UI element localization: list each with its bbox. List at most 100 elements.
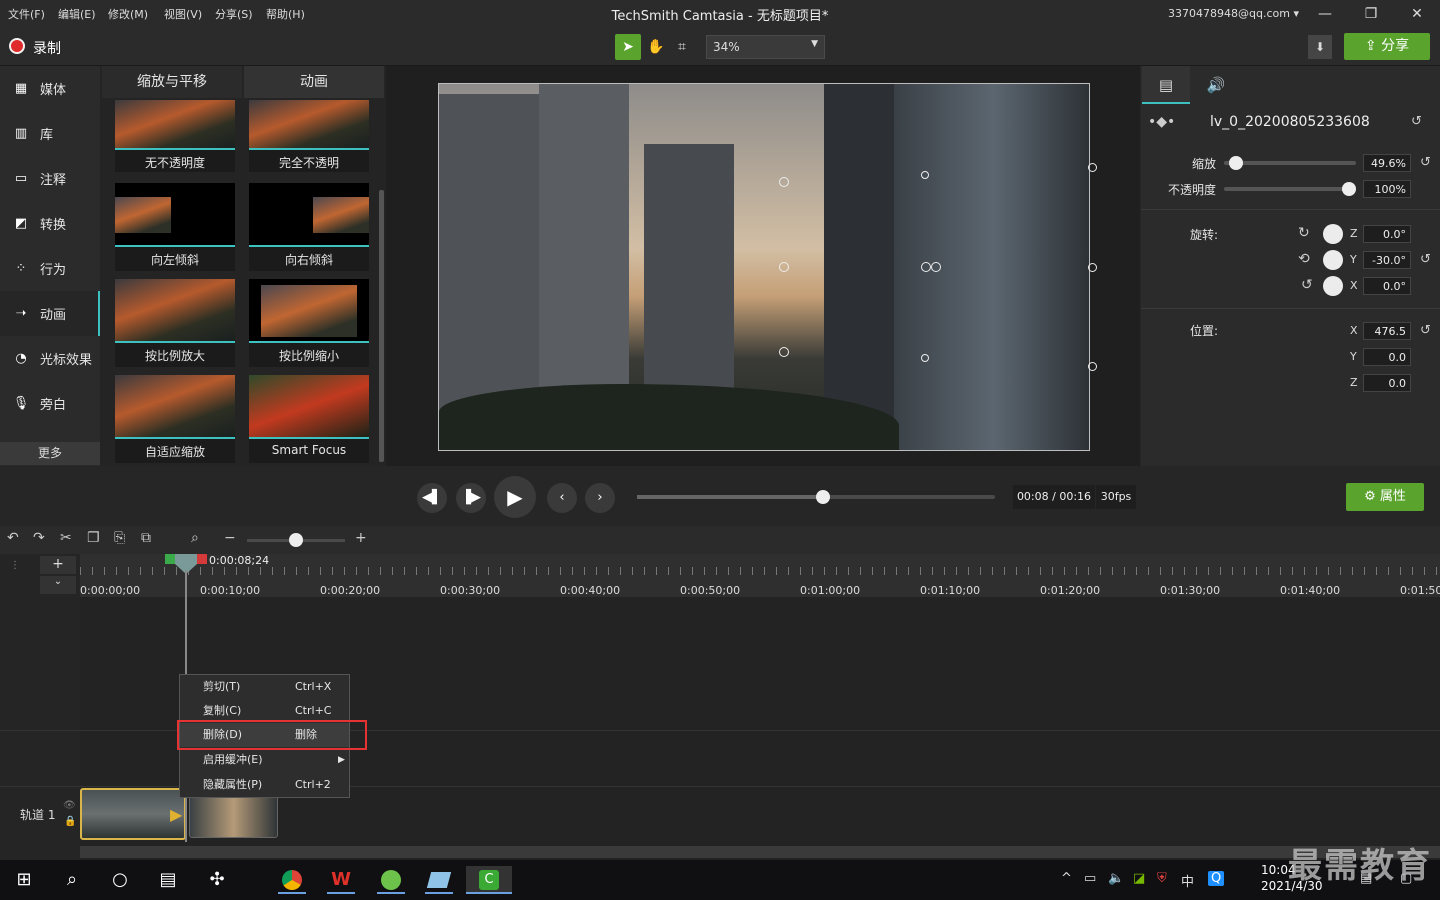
out-point-marker[interactable] <box>197 554 207 564</box>
qq-icon[interactable]: Q <box>1208 871 1225 886</box>
next-icon[interactable]: › <box>585 483 615 513</box>
record-button[interactable]: 录制 <box>33 38 61 58</box>
eye-icon[interactable]: 👁 <box>63 800 76 811</box>
transform-handle[interactable] <box>779 262 789 272</box>
minimize-button[interactable]: — <box>1310 4 1340 24</box>
opacity-slider-knob[interactable] <box>1342 182 1356 196</box>
sidebar-item-voice-narration[interactable]: 🎙 旁白 <box>0 381 100 426</box>
reset-icon[interactable]: ↺ <box>1411 114 1422 129</box>
menu-edit[interactable]: 编辑(E) <box>58 6 96 22</box>
menu-file[interactable]: 文件(F) <box>8 6 45 22</box>
animation-thumb-smart-focus[interactable]: Smart Focus <box>249 375 369 463</box>
zoom-out-icon[interactable]: − <box>224 530 236 546</box>
windows-start-icon[interactable]: ⊞ <box>10 866 38 894</box>
transform-handle[interactable] <box>779 347 789 357</box>
panel-scrollbar[interactable] <box>379 190 384 462</box>
sidebar-item-annotations[interactable]: ▭ 注释 <box>0 156 100 201</box>
maximize-button[interactable]: ❐ <box>1356 4 1386 24</box>
opacity-value[interactable]: 100% <box>1363 180 1411 198</box>
menu-item-enable-easing[interactable]: 启用缓冲(E) ▶ <box>180 748 349 772</box>
properties-button[interactable]: ⚙ 属性 <box>1346 483 1424 511</box>
tab-zoom-n-pan[interactable]: 缩放与平移 <box>102 66 242 98</box>
sidebar-item-media[interactable]: ▦ 媒体 <box>0 66 100 111</box>
scale-slider[interactable] <box>1224 161 1356 165</box>
position-x-value[interactable]: 476.5 <box>1363 322 1411 340</box>
notes-app-icon[interactable] <box>425 866 453 894</box>
rotate-y-dial[interactable] <box>1323 250 1343 270</box>
animation-thumb-scale-up[interactable]: 按比例放大 <box>115 279 235 367</box>
nvidia-icon[interactable]: ◪ <box>1133 871 1145 886</box>
more-button[interactable]: 更多 <box>0 442 100 465</box>
menu-help[interactable]: 帮助(H) <box>266 6 305 22</box>
sidebar-item-animations[interactable]: ➝ 动画 <box>0 291 100 336</box>
rotate-z-dial[interactable] <box>1323 224 1343 244</box>
account-menu[interactable]: 3370478948@qq.com ▾ <box>1168 7 1299 20</box>
transform-handle[interactable] <box>1088 263 1097 272</box>
chrome-icon[interactable] <box>278 866 306 894</box>
search-icon[interactable]: ⌕ <box>191 530 199 546</box>
menu-item-hide-properties[interactable]: 隐藏属性(P) Ctrl+2 <box>180 773 349 797</box>
timeline-zoom-knob[interactable] <box>289 533 303 547</box>
position-y-value[interactable]: 0.0 <box>1363 348 1411 366</box>
transform-handle[interactable] <box>1088 362 1097 371</box>
split-icon[interactable]: ⧉ <box>141 530 151 546</box>
close-button[interactable]: ✕ <box>1402 4 1432 24</box>
menu-item-cut[interactable]: 剪切(T) Ctrl+X <box>180 675 349 699</box>
step-back-icon[interactable]: ◀▌ <box>417 483 447 513</box>
sidebar-item-behaviors[interactable]: ⁘ 行为 <box>0 246 100 291</box>
animation-thumb-tilt-left[interactable]: 向左倾斜 <box>115 183 235 271</box>
task-view-icon[interactable]: ▤ <box>154 866 182 894</box>
select-tool-icon[interactable]: ➤ <box>615 34 641 60</box>
reset-icon[interactable]: ↺ <box>1420 323 1431 338</box>
tab-animations[interactable]: 动画 <box>244 66 384 98</box>
rotation-x-value[interactable]: 0.0° <box>1363 277 1411 295</box>
copy-icon[interactable]: ❐ <box>87 530 100 546</box>
audio-properties-tab-icon[interactable]: 🔊 <box>1192 66 1240 104</box>
scrubber-knob[interactable] <box>816 490 830 504</box>
step-forward-icon[interactable]: ▐▶ <box>456 483 486 513</box>
transform-handle[interactable] <box>921 354 929 362</box>
share-button[interactable]: ⇪ 分享 <box>1344 33 1430 60</box>
redo-icon[interactable]: ↷ <box>33 530 45 546</box>
volume-icon[interactable]: 🔈 <box>1108 871 1124 886</box>
search-icon[interactable]: ⌕ <box>58 866 86 894</box>
camtasia-icon[interactable]: C <box>466 866 512 894</box>
reset-icon[interactable]: ↺ <box>1420 252 1431 267</box>
video-canvas[interactable] <box>438 83 1090 451</box>
position-z-value[interactable]: 0.0 <box>1363 374 1411 392</box>
transform-handle[interactable] <box>921 262 931 272</box>
sidebar-item-transitions[interactable]: ◩ 转换 <box>0 201 100 246</box>
scale-slider-knob[interactable] <box>1228 156 1243 170</box>
crop-tool-icon[interactable]: ⌗ <box>669 34 695 60</box>
reset-icon[interactable]: ↺ <box>1420 155 1431 170</box>
visual-properties-tab-icon[interactable]: ▤ <box>1142 66 1190 104</box>
sidebar-item-cursor-effects[interactable]: ◔ 光标效果 <box>0 336 100 381</box>
animation-thumb-scale-to-fit[interactable]: 自适应缩放 <box>115 375 235 463</box>
sidebar-item-library[interactable]: ▥ 库 <box>0 111 100 156</box>
watermelon-app-icon[interactable] <box>377 866 405 894</box>
scale-value[interactable]: 49.6% <box>1363 154 1411 172</box>
rotate-x-dial[interactable] <box>1323 276 1343 296</box>
cut-icon[interactable]: ✂ <box>60 530 72 546</box>
opacity-slider[interactable] <box>1224 187 1356 191</box>
record-icon[interactable] <box>9 38 25 54</box>
network-icon[interactable]: ▭ <box>1084 871 1096 886</box>
animation-thumb-tilt-right[interactable]: 向右倾斜 <box>249 183 369 271</box>
in-point-marker[interactable] <box>165 554 175 564</box>
transform-handle[interactable] <box>779 177 789 187</box>
previous-icon[interactable]: ‹ <box>547 483 577 513</box>
transform-handle[interactable] <box>1088 163 1097 172</box>
zoom-in-icon[interactable]: + <box>355 530 367 546</box>
magnet-icon[interactable]: ⋮ <box>10 560 30 592</box>
undo-icon[interactable]: ↶ <box>7 530 19 546</box>
security-icon[interactable]: ⛨ <box>1157 871 1167 886</box>
timeline-scrollbar[interactable] <box>80 846 1440 858</box>
lock-icon[interactable]: 🔒 <box>64 816 76 827</box>
ime-indicator[interactable]: 中 <box>1181 871 1194 890</box>
animation-thumb-full-opacity[interactable]: 完全不透明 <box>249 100 369 172</box>
rotation-z-value[interactable]: 0.0° <box>1363 225 1411 243</box>
transform-handle[interactable] <box>931 262 941 272</box>
timeline-ruler[interactable] <box>80 554 1440 597</box>
animation-thumb-scale-down[interactable]: 按比例缩小 <box>249 279 369 367</box>
add-track-icon[interactable]: + <box>40 556 76 574</box>
